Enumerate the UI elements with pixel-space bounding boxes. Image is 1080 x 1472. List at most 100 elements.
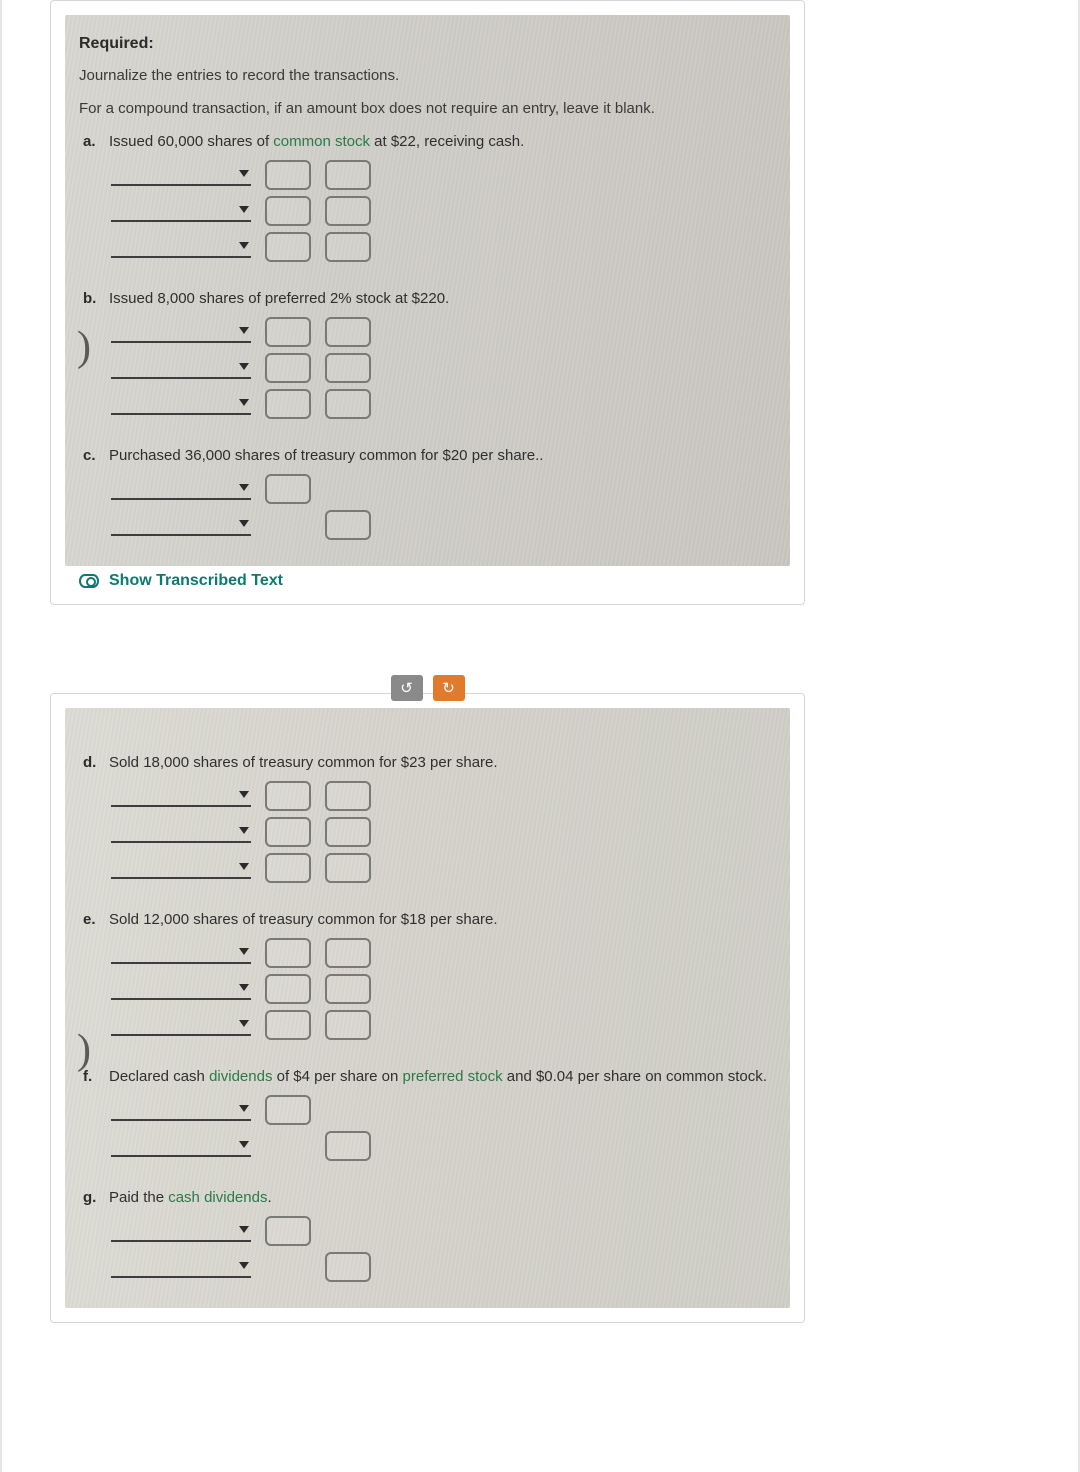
undo-button[interactable]: ↺: [391, 675, 423, 701]
credit-input[interactable]: [325, 781, 371, 811]
item-text-a: Issued 60,000 shares of common stock at …: [109, 133, 524, 150]
debit-input[interactable]: [265, 389, 311, 419]
account-select[interactable]: [111, 1256, 251, 1278]
account-select[interactable]: [111, 821, 251, 843]
term-dividends: dividends: [209, 1068, 272, 1085]
redo-button[interactable]: ↻: [433, 675, 465, 701]
account-select[interactable]: [111, 1014, 251, 1036]
item-letter-f: f.: [83, 1068, 101, 1085]
debit-input[interactable]: [265, 474, 311, 504]
journal-row: [111, 510, 776, 540]
credit-input[interactable]: [325, 317, 371, 347]
account-select[interactable]: [111, 785, 251, 807]
term-cash-dividends: cash dividends: [168, 1189, 267, 1206]
account-select[interactable]: [111, 236, 251, 258]
journal-row: [111, 232, 776, 262]
paren-icon: ): [77, 326, 91, 368]
journal-row: [111, 1252, 776, 1282]
account-select[interactable]: [111, 942, 251, 964]
debit-input[interactable]: [265, 196, 311, 226]
debit-input[interactable]: [265, 974, 311, 1004]
journal-row: [111, 160, 776, 190]
question-card-2: d. Sold 18,000 shares of treasury common…: [50, 693, 805, 1323]
credit-input[interactable]: [325, 817, 371, 847]
question-photo-1: Required: Journalize the entries to reco…: [65, 15, 790, 566]
journal-row: [111, 317, 776, 347]
item-text-g: Paid the cash dividends.: [109, 1189, 272, 1206]
credit-input[interactable]: [325, 389, 371, 419]
item-text-b: Issued 8,000 shares of preferred 2% stoc…: [109, 290, 449, 307]
journal-row: [111, 389, 776, 419]
item-letter-b: b.: [83, 290, 101, 307]
debit-input[interactable]: [265, 1095, 311, 1125]
journal-row: [111, 1216, 776, 1246]
account-select[interactable]: [111, 200, 251, 222]
debit-input[interactable]: [265, 1216, 311, 1246]
item-a-pre: Issued 60,000 shares of: [109, 133, 273, 150]
credit-input[interactable]: [325, 232, 371, 262]
credit-input[interactable]: [325, 510, 371, 540]
credit-input[interactable]: [325, 974, 371, 1004]
redo-icon: ↻: [442, 679, 455, 698]
debit-input[interactable]: [265, 938, 311, 968]
debit-input[interactable]: [265, 160, 311, 190]
account-select[interactable]: [111, 1099, 251, 1121]
show-transcribed-button[interactable]: Show Transcribed Text: [65, 566, 790, 590]
item-text-d: Sold 18,000 shares of treasury common fo…: [109, 754, 498, 771]
item-b: ) b. Issued 8,000 shares of preferred 2%…: [83, 290, 776, 419]
account-select[interactable]: [111, 1135, 251, 1157]
credit-input[interactable]: [325, 853, 371, 883]
item-f-pre: Declared cash: [109, 1068, 209, 1085]
journal-row: [111, 1131, 776, 1161]
item-g-pre: Paid the: [109, 1189, 168, 1206]
undo-icon: ↺: [400, 679, 413, 698]
credit-input[interactable]: [325, 1131, 371, 1161]
debit-input[interactable]: [265, 781, 311, 811]
journal-row: [111, 196, 776, 226]
item-text-e: Sold 12,000 shares of treasury common fo…: [109, 911, 498, 928]
item-letter-a: a.: [83, 133, 101, 150]
item-e: e. Sold 12,000 shares of treasury common…: [83, 911, 776, 1040]
journal-row: [111, 853, 776, 883]
item-g: g. Paid the cash dividends.: [83, 1189, 776, 1282]
item-a-post: at $22, receiving cash.: [370, 133, 524, 150]
account-select[interactable]: [111, 514, 251, 536]
debit-input[interactable]: [265, 232, 311, 262]
item-a: a. Issued 60,000 shares of common stock …: [83, 133, 776, 262]
account-select[interactable]: [111, 857, 251, 879]
credit-input[interactable]: [325, 1010, 371, 1040]
account-select[interactable]: [111, 357, 251, 379]
debit-input[interactable]: [265, 853, 311, 883]
required-heading: Required:: [79, 35, 776, 53]
account-select[interactable]: [111, 978, 251, 1000]
item-c: c. Purchased 36,000 shares of treasury c…: [83, 447, 776, 540]
item-f-post: and $0.04 per share on common stock.: [503, 1068, 767, 1085]
account-select[interactable]: [111, 164, 251, 186]
debit-input[interactable]: [265, 317, 311, 347]
item-text-c: Purchased 36,000 shares of treasury comm…: [109, 447, 543, 464]
item-letter-c: c.: [83, 447, 101, 464]
credit-input[interactable]: [325, 160, 371, 190]
account-select[interactable]: [111, 393, 251, 415]
instruction-1: Journalize the entries to record the tra…: [79, 67, 776, 84]
credit-input[interactable]: [325, 938, 371, 968]
item-g-post: .: [267, 1189, 271, 1206]
account-select[interactable]: [111, 1220, 251, 1242]
debit-input[interactable]: [265, 817, 311, 847]
credit-input[interactable]: [325, 1252, 371, 1282]
account-select[interactable]: [111, 321, 251, 343]
item-d: d. Sold 18,000 shares of treasury common…: [83, 754, 776, 883]
item-letter-e: e.: [83, 911, 101, 928]
debit-input[interactable]: [265, 353, 311, 383]
credit-input[interactable]: [325, 196, 371, 226]
item-f-mid: of $4 per share on: [272, 1068, 402, 1085]
question-photo-2: d. Sold 18,000 shares of treasury common…: [65, 708, 790, 1308]
question-card-1: Required: Journalize the entries to reco…: [50, 0, 805, 605]
item-letter-g: g.: [83, 1189, 101, 1206]
credit-input[interactable]: [325, 353, 371, 383]
term-common-stock: common stock: [273, 133, 370, 150]
term-preferred-stock: preferred stock: [403, 1068, 503, 1085]
debit-input[interactable]: [265, 1010, 311, 1040]
account-select[interactable]: [111, 478, 251, 500]
journal-row: [111, 938, 776, 968]
